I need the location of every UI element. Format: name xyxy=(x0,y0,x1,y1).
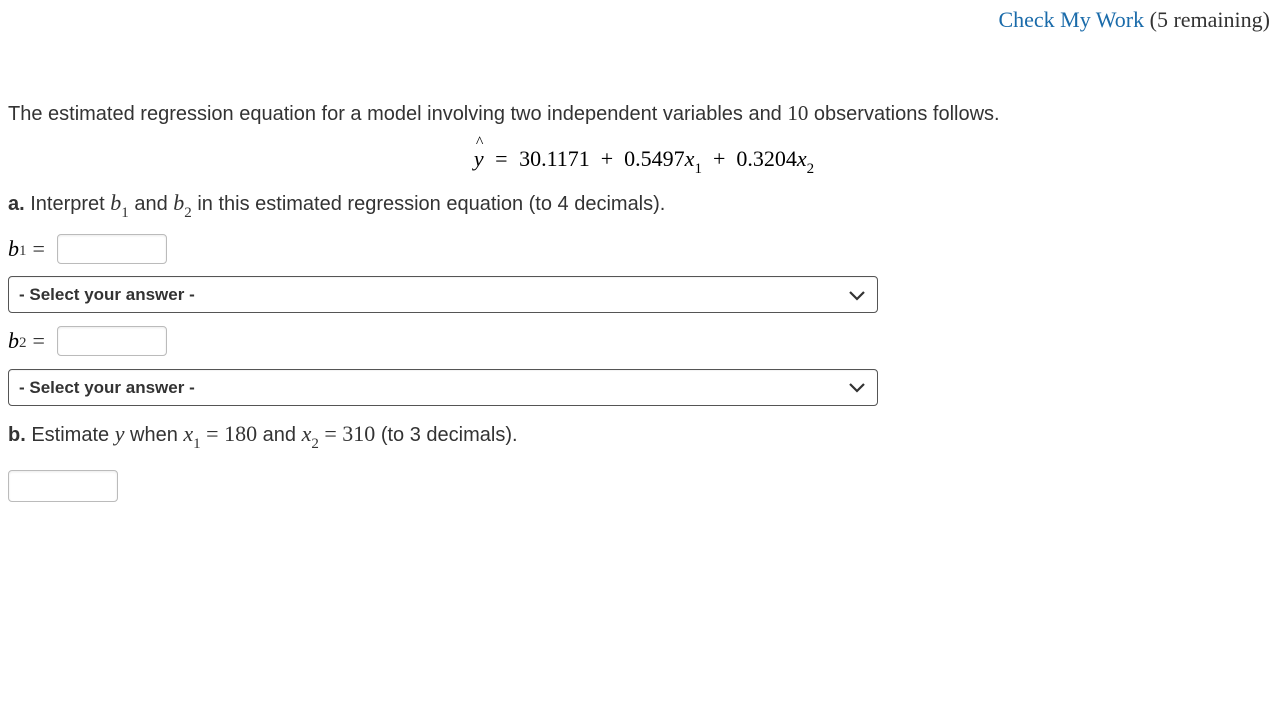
pb-eq2: = xyxy=(319,421,342,446)
b2-input-row: b2 = xyxy=(8,323,1280,358)
plus-sign-2: + xyxy=(707,146,730,171)
pb-v1: 180 xyxy=(224,421,257,446)
pb-x1: x xyxy=(183,421,193,446)
pb-eq1: = xyxy=(201,421,224,446)
part-b-prompt: b. Estimate y when x1 = 180 and x2 = 310… xyxy=(8,416,1280,454)
pb-t3: and xyxy=(257,424,301,446)
pb-t4: (to 3 decimals). xyxy=(375,424,517,446)
part-b-label: b. xyxy=(8,424,26,446)
y-estimate-input[interactable] xyxy=(8,470,118,502)
intro-suffix: observations follows. xyxy=(808,103,999,125)
part-a-mid: and xyxy=(129,193,173,215)
remaining-text: (5 remaining) xyxy=(1150,7,1270,32)
b2-coef: 0.3204 xyxy=(736,146,797,171)
b2-label-var: b xyxy=(8,323,19,358)
pb-v2: 310 xyxy=(342,421,375,446)
b1-interpretation-select[interactable]: - Select your answer - xyxy=(8,276,878,313)
x2-sub: 2 xyxy=(807,161,815,177)
header-bar: Check My Work (5 remaining) xyxy=(8,0,1280,37)
b2-select-wrap: - Select your answer - xyxy=(8,369,878,406)
part-b-input-row xyxy=(8,462,1280,502)
b1-eq: = xyxy=(33,231,45,266)
b1-sub: 1 xyxy=(121,205,129,221)
b1-input-row: b1 = xyxy=(8,231,1280,266)
regression-equation: y = 30.1171 + 0.5497x1 + 0.3204x2 xyxy=(8,141,1280,179)
x2-var: x xyxy=(797,146,807,171)
part-a-text-1: Interpret xyxy=(25,193,111,215)
pb-x2: x xyxy=(302,421,312,446)
b1-label-var: b xyxy=(8,231,19,266)
plus-sign: + xyxy=(595,146,618,171)
part-a-label: a. xyxy=(8,193,25,215)
b1-select-wrap: - Select your answer - xyxy=(8,276,878,313)
intro-n: 10 xyxy=(787,101,808,125)
b2-interpretation-select[interactable]: - Select your answer - xyxy=(8,369,878,406)
b1-coef: 0.5497 xyxy=(624,146,685,171)
intercept-value: 30.1171 xyxy=(519,146,590,171)
pb-t1: Estimate xyxy=(26,424,115,446)
x1-var: x xyxy=(685,146,695,171)
question-body: The estimated regression equation for a … xyxy=(8,97,1280,501)
b2-label-sub: 2 xyxy=(19,331,27,355)
b2-sub: 2 xyxy=(184,205,192,221)
pb-y: y xyxy=(115,421,125,446)
check-my-work-link[interactable]: Check My Work xyxy=(998,7,1144,32)
intro-prefix: The estimated regression equation for a … xyxy=(8,103,787,125)
b2-input[interactable] xyxy=(57,326,167,356)
pb-x2-sub: 2 xyxy=(311,436,319,452)
b2-eq: = xyxy=(33,323,45,358)
x1-sub: 1 xyxy=(694,161,702,177)
equals-sign: = xyxy=(495,146,507,171)
part-a-prompt: a. Interpret b1 and b2 in this estimated… xyxy=(8,185,1280,223)
part-a-text-2: in this estimated regression equation (t… xyxy=(192,193,666,215)
pb-x1-sub: 1 xyxy=(193,436,201,452)
pb-t2: when xyxy=(124,424,183,446)
y-hat: y xyxy=(474,141,484,176)
intro-text: The estimated regression equation for a … xyxy=(8,97,1280,131)
b1-var: b xyxy=(110,190,121,215)
b1-input[interactable] xyxy=(57,234,167,264)
b1-label-sub: 1 xyxy=(19,239,27,263)
b2-var: b xyxy=(173,190,184,215)
